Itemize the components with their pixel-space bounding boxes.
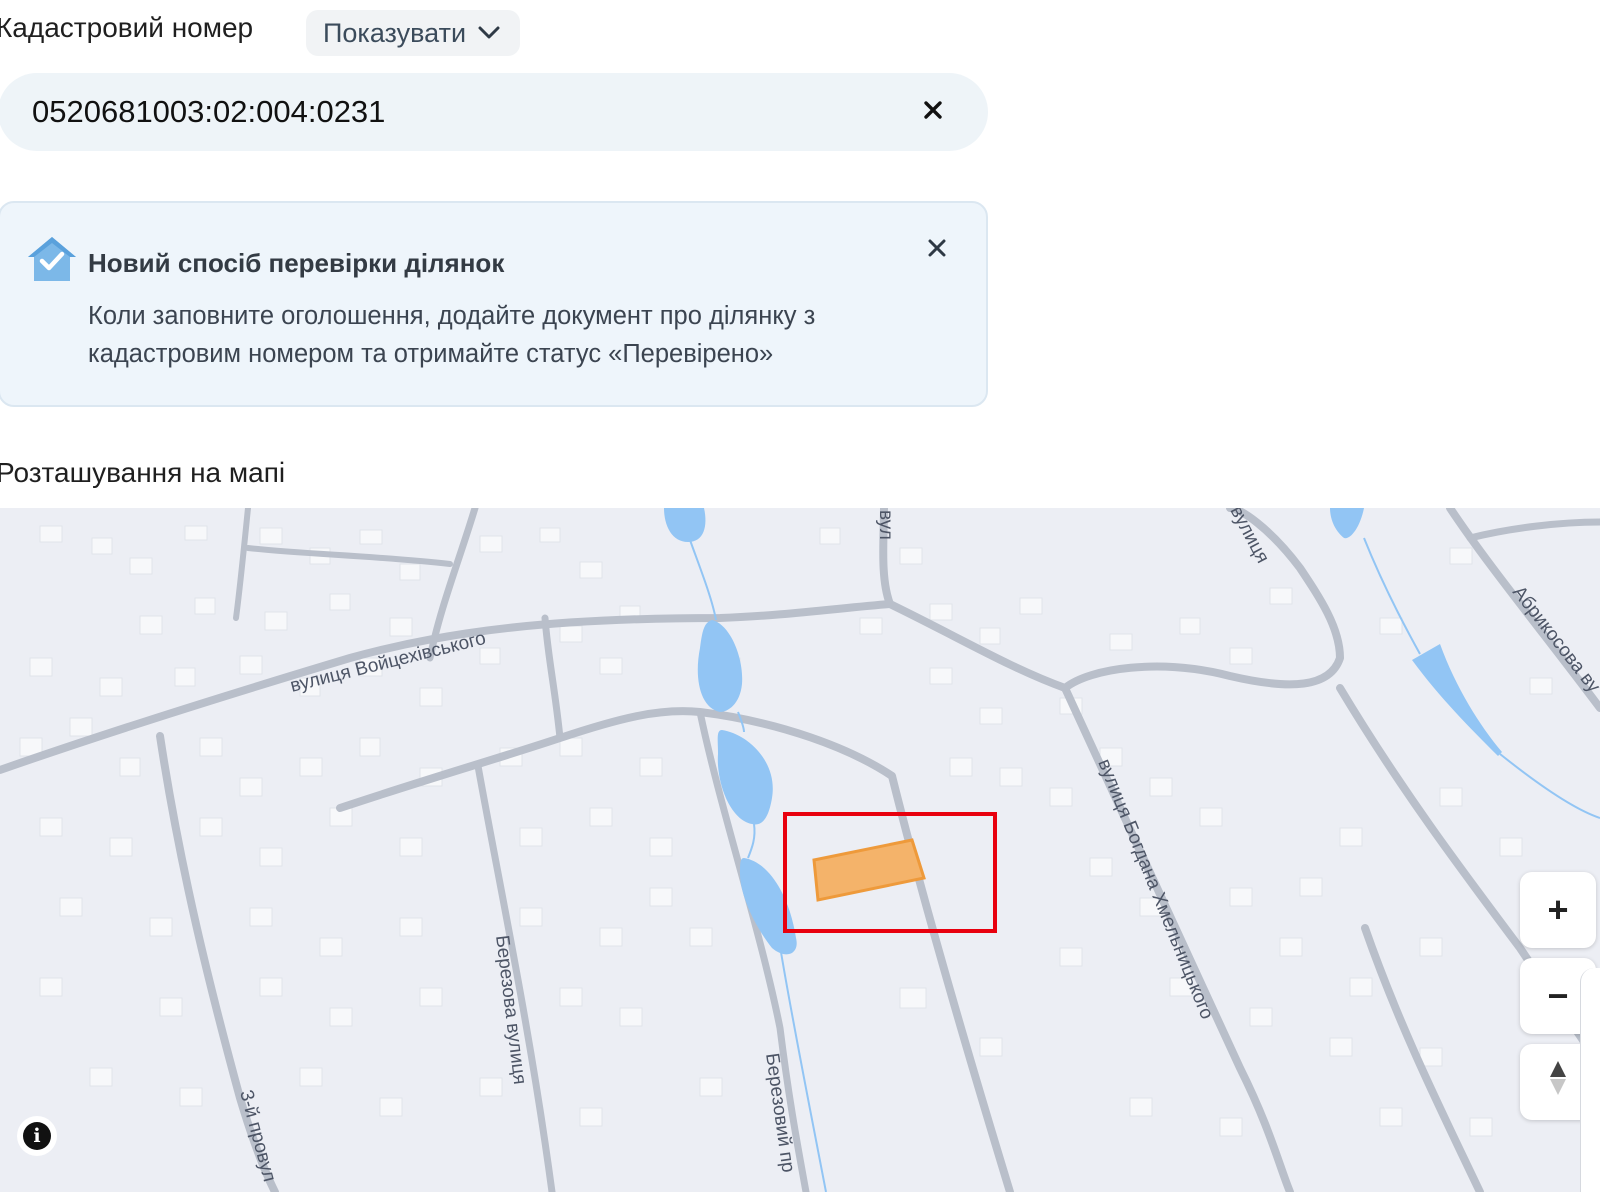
- chevron-down-icon: [478, 26, 500, 40]
- street-label-top-right: вулиця: [1226, 508, 1273, 567]
- roads: [0, 508, 1600, 1192]
- clear-input-button[interactable]: [916, 95, 950, 129]
- map[interactable]: вулиця Войцехівського Березова вулиця ву…: [0, 508, 1600, 1192]
- street-label-abrykosova: Абрикосова ву: [1508, 582, 1600, 697]
- street-label-provulok3: 3-й провул: [235, 1088, 280, 1184]
- show-toggle-button[interactable]: Показувати: [306, 10, 521, 56]
- page: Кадастровий номер Показувати Новий спосі…: [0, 0, 1600, 1200]
- verification-notice: Новий спосіб перевірки ділянок Коли запо…: [0, 201, 988, 407]
- notice-text: Коли заповните оголошення, додайте докум…: [88, 302, 816, 368]
- map-canvas: вулиця Войцехівського Березова вулиця ву…: [0, 508, 1600, 1192]
- info-icon: i: [23, 1122, 51, 1150]
- zoom-in-button[interactable]: +: [1520, 872, 1596, 948]
- show-toggle-label: Показувати: [323, 17, 467, 48]
- map-side-panel-edge: [1580, 968, 1600, 1192]
- cadastral-number-label: Кадастровий номер: [0, 12, 254, 43]
- map-section-label: Розташування на мапі: [0, 457, 286, 488]
- cadastral-number-input[interactable]: [32, 73, 892, 151]
- compass-icon: [1548, 1059, 1568, 1106]
- verified-house-icon: [26, 235, 78, 285]
- notice-title: Новий спосіб перевірки ділянок: [88, 248, 505, 278]
- close-icon: [923, 100, 943, 125]
- map-info-button[interactable]: i: [17, 1116, 57, 1156]
- notice-close-button[interactable]: [920, 233, 954, 267]
- street-label-voitsekhivskoho: вулиця Войцехівського: [288, 628, 488, 697]
- cadastral-number-field: [0, 73, 988, 151]
- street-label-top-small: вул: [875, 510, 896, 540]
- close-icon: [928, 239, 946, 262]
- parcel-polygon: [812, 838, 926, 902]
